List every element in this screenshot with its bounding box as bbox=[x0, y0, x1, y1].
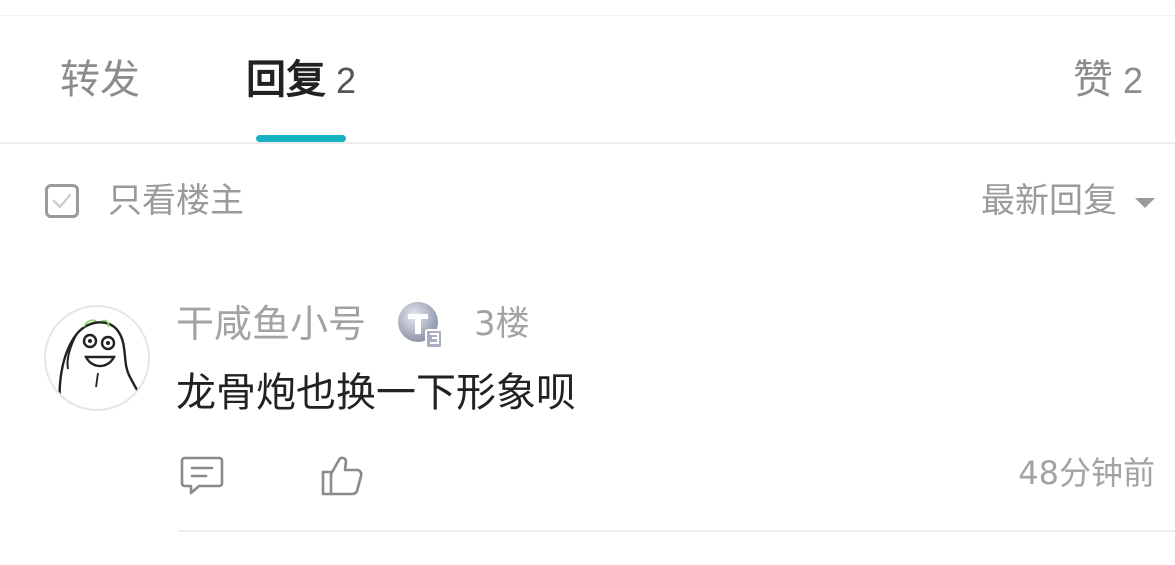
tab-replies[interactable]: 回复 2 bbox=[246, 56, 356, 105]
thumbs-up-icon[interactable] bbox=[319, 452, 365, 498]
active-tab-indicator bbox=[256, 135, 346, 142]
filter-row: 只看楼主 最新回复 bbox=[0, 172, 1175, 236]
tab-likes-label: 赞 bbox=[1072, 57, 1113, 103]
doodle-avatar-image bbox=[58, 319, 146, 406]
tab-bar: 转发 回复 2 赞2 bbox=[0, 16, 1175, 144]
only-owner-label[interactable]: 只看楼主 bbox=[108, 180, 244, 222]
reply-divider bbox=[178, 530, 1175, 532]
reply-content: 龙骨炮也换一下形象呗 bbox=[176, 370, 576, 416]
tab-repost-label: 转发 bbox=[60, 57, 140, 103]
caret-down-icon bbox=[1135, 197, 1155, 208]
tab-likes-count: 2 bbox=[1122, 60, 1143, 101]
tab-likes[interactable]: 赞2 bbox=[1073, 56, 1143, 105]
avatar[interactable] bbox=[44, 305, 150, 411]
check-icon bbox=[52, 193, 72, 209]
level-t3-badge-icon bbox=[398, 302, 443, 349]
reply-time: 48分钟前 bbox=[1018, 454, 1155, 492]
tab-replies-label: 回复 bbox=[246, 57, 326, 103]
tab-replies-count: 2 bbox=[336, 60, 357, 101]
reply-username[interactable]: 干咸鱼小号 bbox=[176, 300, 366, 348]
only-owner-checkbox[interactable] bbox=[45, 184, 79, 218]
sort-dropdown[interactable]: 最新回复 bbox=[981, 180, 1155, 222]
sort-label: 最新回复 bbox=[981, 181, 1117, 221]
reply-floor-number: 3楼 bbox=[474, 304, 530, 344]
comment-icon[interactable] bbox=[179, 452, 225, 498]
tab-repost[interactable]: 转发 bbox=[60, 56, 140, 104]
